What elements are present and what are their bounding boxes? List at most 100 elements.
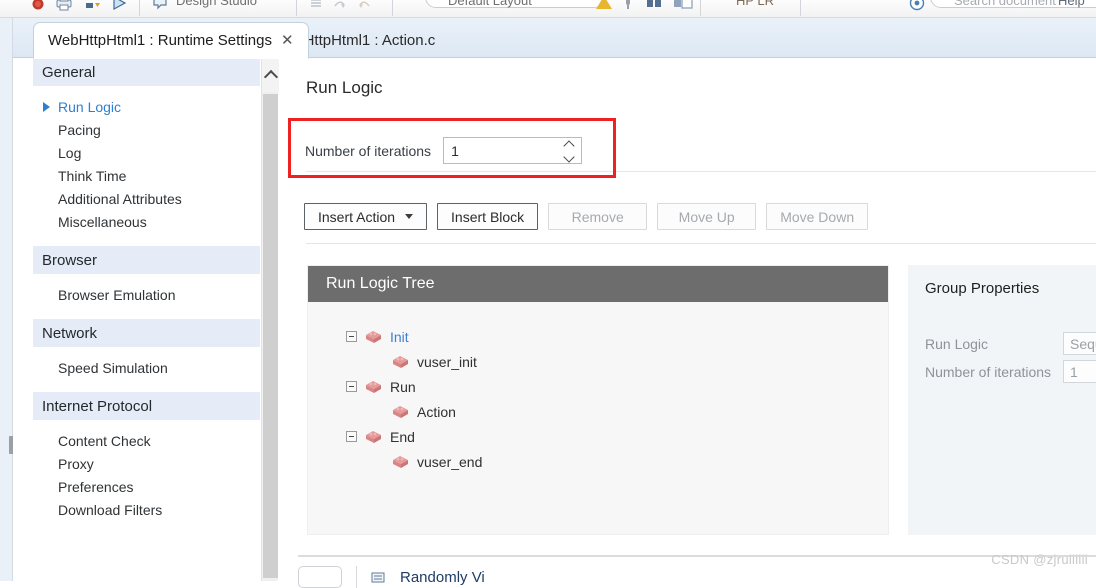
sidebar-item-additional-attributes[interactable]: Additional Attributes xyxy=(33,187,260,210)
sidebar-item-pacing[interactable]: Pacing xyxy=(33,118,260,141)
collapse-toggle-icon[interactable] xyxy=(346,431,357,442)
tree-node-vuser-init[interactable]: vuser_init xyxy=(308,349,888,374)
tree-node-end[interactable]: End xyxy=(308,424,888,449)
collapse-toggle-icon[interactable] xyxy=(346,331,357,342)
tree-node-run[interactable]: Run xyxy=(308,374,888,399)
run-logic-toolbar: Insert Action Insert Block Remove Move U… xyxy=(304,203,869,230)
tree-node-init[interactable]: Init xyxy=(308,324,888,349)
iterations-stepper[interactable] xyxy=(443,137,583,164)
collapse-toggle-icon[interactable] xyxy=(346,381,357,392)
tree-node-action[interactable]: Action xyxy=(308,399,888,424)
help-label: Help xyxy=(1058,0,1085,8)
iterations-input[interactable] xyxy=(444,142,553,159)
sidebar-item-proxy[interactable]: Proxy xyxy=(33,452,260,475)
toolbar-separator-4 xyxy=(700,0,701,16)
group-properties-panel: Group Properties Run Logic Sequential Nu… xyxy=(908,265,1096,535)
remove-button: Remove xyxy=(548,203,648,230)
tab-runtime-settings-label: WebHttpHtml1 : Runtime Settings xyxy=(48,32,272,49)
sidebar-item-think-time[interactable]: Think Time xyxy=(33,164,260,187)
sidebar-item-browser-emulation-label: Browser Emulation xyxy=(58,286,176,303)
tree-node-vuser-end[interactable]: vuser_end xyxy=(308,449,888,474)
sidebar-item-log-label: Log xyxy=(58,144,82,161)
warning-icon[interactable] xyxy=(595,0,613,14)
tree-node-vuser-init-label: vuser_init xyxy=(417,353,477,370)
move-down-label: Move Down xyxy=(780,208,855,225)
group-properties-iterations-value[interactable]: 1 xyxy=(1063,360,1096,383)
grid-icon[interactable] xyxy=(645,0,663,14)
tab-runtime-settings[interactable]: WebHttpHtml1 : Runtime Settings ✕ xyxy=(33,22,309,59)
divider-under-toolbar xyxy=(306,243,1096,244)
toolbar-separator-3 xyxy=(392,0,393,16)
application-toolbar: Design Studio Default Layout HP LR Searc… xyxy=(0,0,1096,18)
block-icon xyxy=(391,404,410,420)
block-icon xyxy=(364,379,383,395)
tree-node-init-label: Init xyxy=(390,328,409,345)
iterations-row: Number of iterations xyxy=(305,137,583,164)
sidebar-item-content-check[interactable]: Content Check xyxy=(33,429,260,452)
sidebar-item-browser-emulation[interactable]: Browser Emulation xyxy=(33,283,260,306)
settings-sidebar: General Run Logic Pacing Log Think Time … xyxy=(33,58,260,581)
sidebar-scrollbar[interactable] xyxy=(261,58,279,581)
tree-node-end-label: End xyxy=(390,428,415,445)
sidebar-item-content-check-label: Content Check xyxy=(58,432,151,449)
toolbar-separator-5 xyxy=(800,0,801,16)
tree-node-run-label: Run xyxy=(390,378,416,395)
block-icon xyxy=(391,354,410,370)
sidebar-item-download-filters-label: Download Filters xyxy=(58,501,163,518)
scrollbar-thumb[interactable] xyxy=(263,94,278,578)
divider-bottom xyxy=(298,555,1096,557)
editor-tab-bar: WebHttpHtml1 : Runtime Settings ✕ WebHtt… xyxy=(13,18,1096,59)
chevron-up-icon xyxy=(263,69,278,84)
replay-dropdown-icon[interactable] xyxy=(84,0,102,14)
bottom-toggle[interactable] xyxy=(298,566,342,588)
window-icon[interactable] xyxy=(673,0,693,14)
insert-action-label: Insert Action xyxy=(318,208,396,225)
search-document-placeholder: Search document xyxy=(954,0,1056,8)
sidebar-item-download-filters[interactable]: Download Filters xyxy=(33,498,260,521)
block-icon xyxy=(364,429,383,445)
pin-icon[interactable] xyxy=(622,0,634,14)
group-properties-row-run-logic: Run Logic Sequential xyxy=(925,332,1096,355)
insert-block-button[interactable]: Insert Block xyxy=(437,203,539,230)
run-icon[interactable] xyxy=(110,0,128,14)
bottom-option-label: Randomly Vi xyxy=(400,568,485,586)
bottom-option-row: Randomly Vi xyxy=(298,566,485,588)
list-icon xyxy=(371,571,386,584)
record-icon[interactable] xyxy=(30,0,46,14)
toolbar-separator-2 xyxy=(296,0,297,16)
product-label: HP LR xyxy=(736,0,775,8)
sidebar-item-miscellaneous[interactable]: Miscellaneous xyxy=(33,210,260,233)
list-icon[interactable] xyxy=(308,0,324,14)
chevron-down-icon[interactable] xyxy=(562,151,575,163)
sidebar-item-pacing-label: Pacing xyxy=(58,121,101,138)
sidebar-item-speed-simulation-label: Speed Simulation xyxy=(58,359,168,376)
design-studio-label: Design Studio xyxy=(176,0,257,8)
sidebar-item-speed-simulation[interactable]: Speed Simulation xyxy=(33,356,260,379)
sidebar-item-proxy-label: Proxy xyxy=(58,455,94,472)
sidebar-item-run-logic[interactable]: Run Logic xyxy=(33,95,260,118)
scroll-up-button[interactable] xyxy=(262,58,279,92)
sidebar-item-log[interactable]: Log xyxy=(33,141,260,164)
design-studio-icon[interactable] xyxy=(152,0,172,14)
step-out-icon[interactable] xyxy=(356,0,372,14)
close-icon[interactable]: ✕ xyxy=(281,33,294,48)
group-properties-row-iterations: Number of iterations 1 xyxy=(925,360,1096,383)
stepper-buttons[interactable] xyxy=(562,140,575,163)
step-in-icon[interactable] xyxy=(332,0,348,14)
run-logic-tree-header: Run Logic Tree xyxy=(308,266,888,302)
layout-dropdown-label: Default Layout xyxy=(448,0,532,8)
sidebar-item-preferences[interactable]: Preferences xyxy=(33,475,260,498)
insert-action-button[interactable]: Insert Action xyxy=(304,203,428,230)
sidebar-item-additional-attributes-label: Additional Attributes xyxy=(58,190,182,207)
help-circle-icon[interactable] xyxy=(908,0,926,14)
group-properties-title: Group Properties xyxy=(925,280,1040,297)
run-logic-pane: Run Logic Number of iterations Insert Ac… xyxy=(279,58,1096,588)
group-properties-run-logic-value[interactable]: Sequential xyxy=(1063,332,1096,355)
move-up-button: Move Up xyxy=(657,203,757,230)
sidebar-group-internet-protocol: Internet Protocol xyxy=(33,392,260,420)
tree-node-vuser-end-label: vuser_end xyxy=(417,453,483,470)
sidebar-item-miscellaneous-label: Miscellaneous xyxy=(58,213,147,230)
print-icon[interactable] xyxy=(55,0,73,14)
chevron-down-icon xyxy=(405,214,414,219)
sidebar-group-network: Network xyxy=(33,319,260,347)
